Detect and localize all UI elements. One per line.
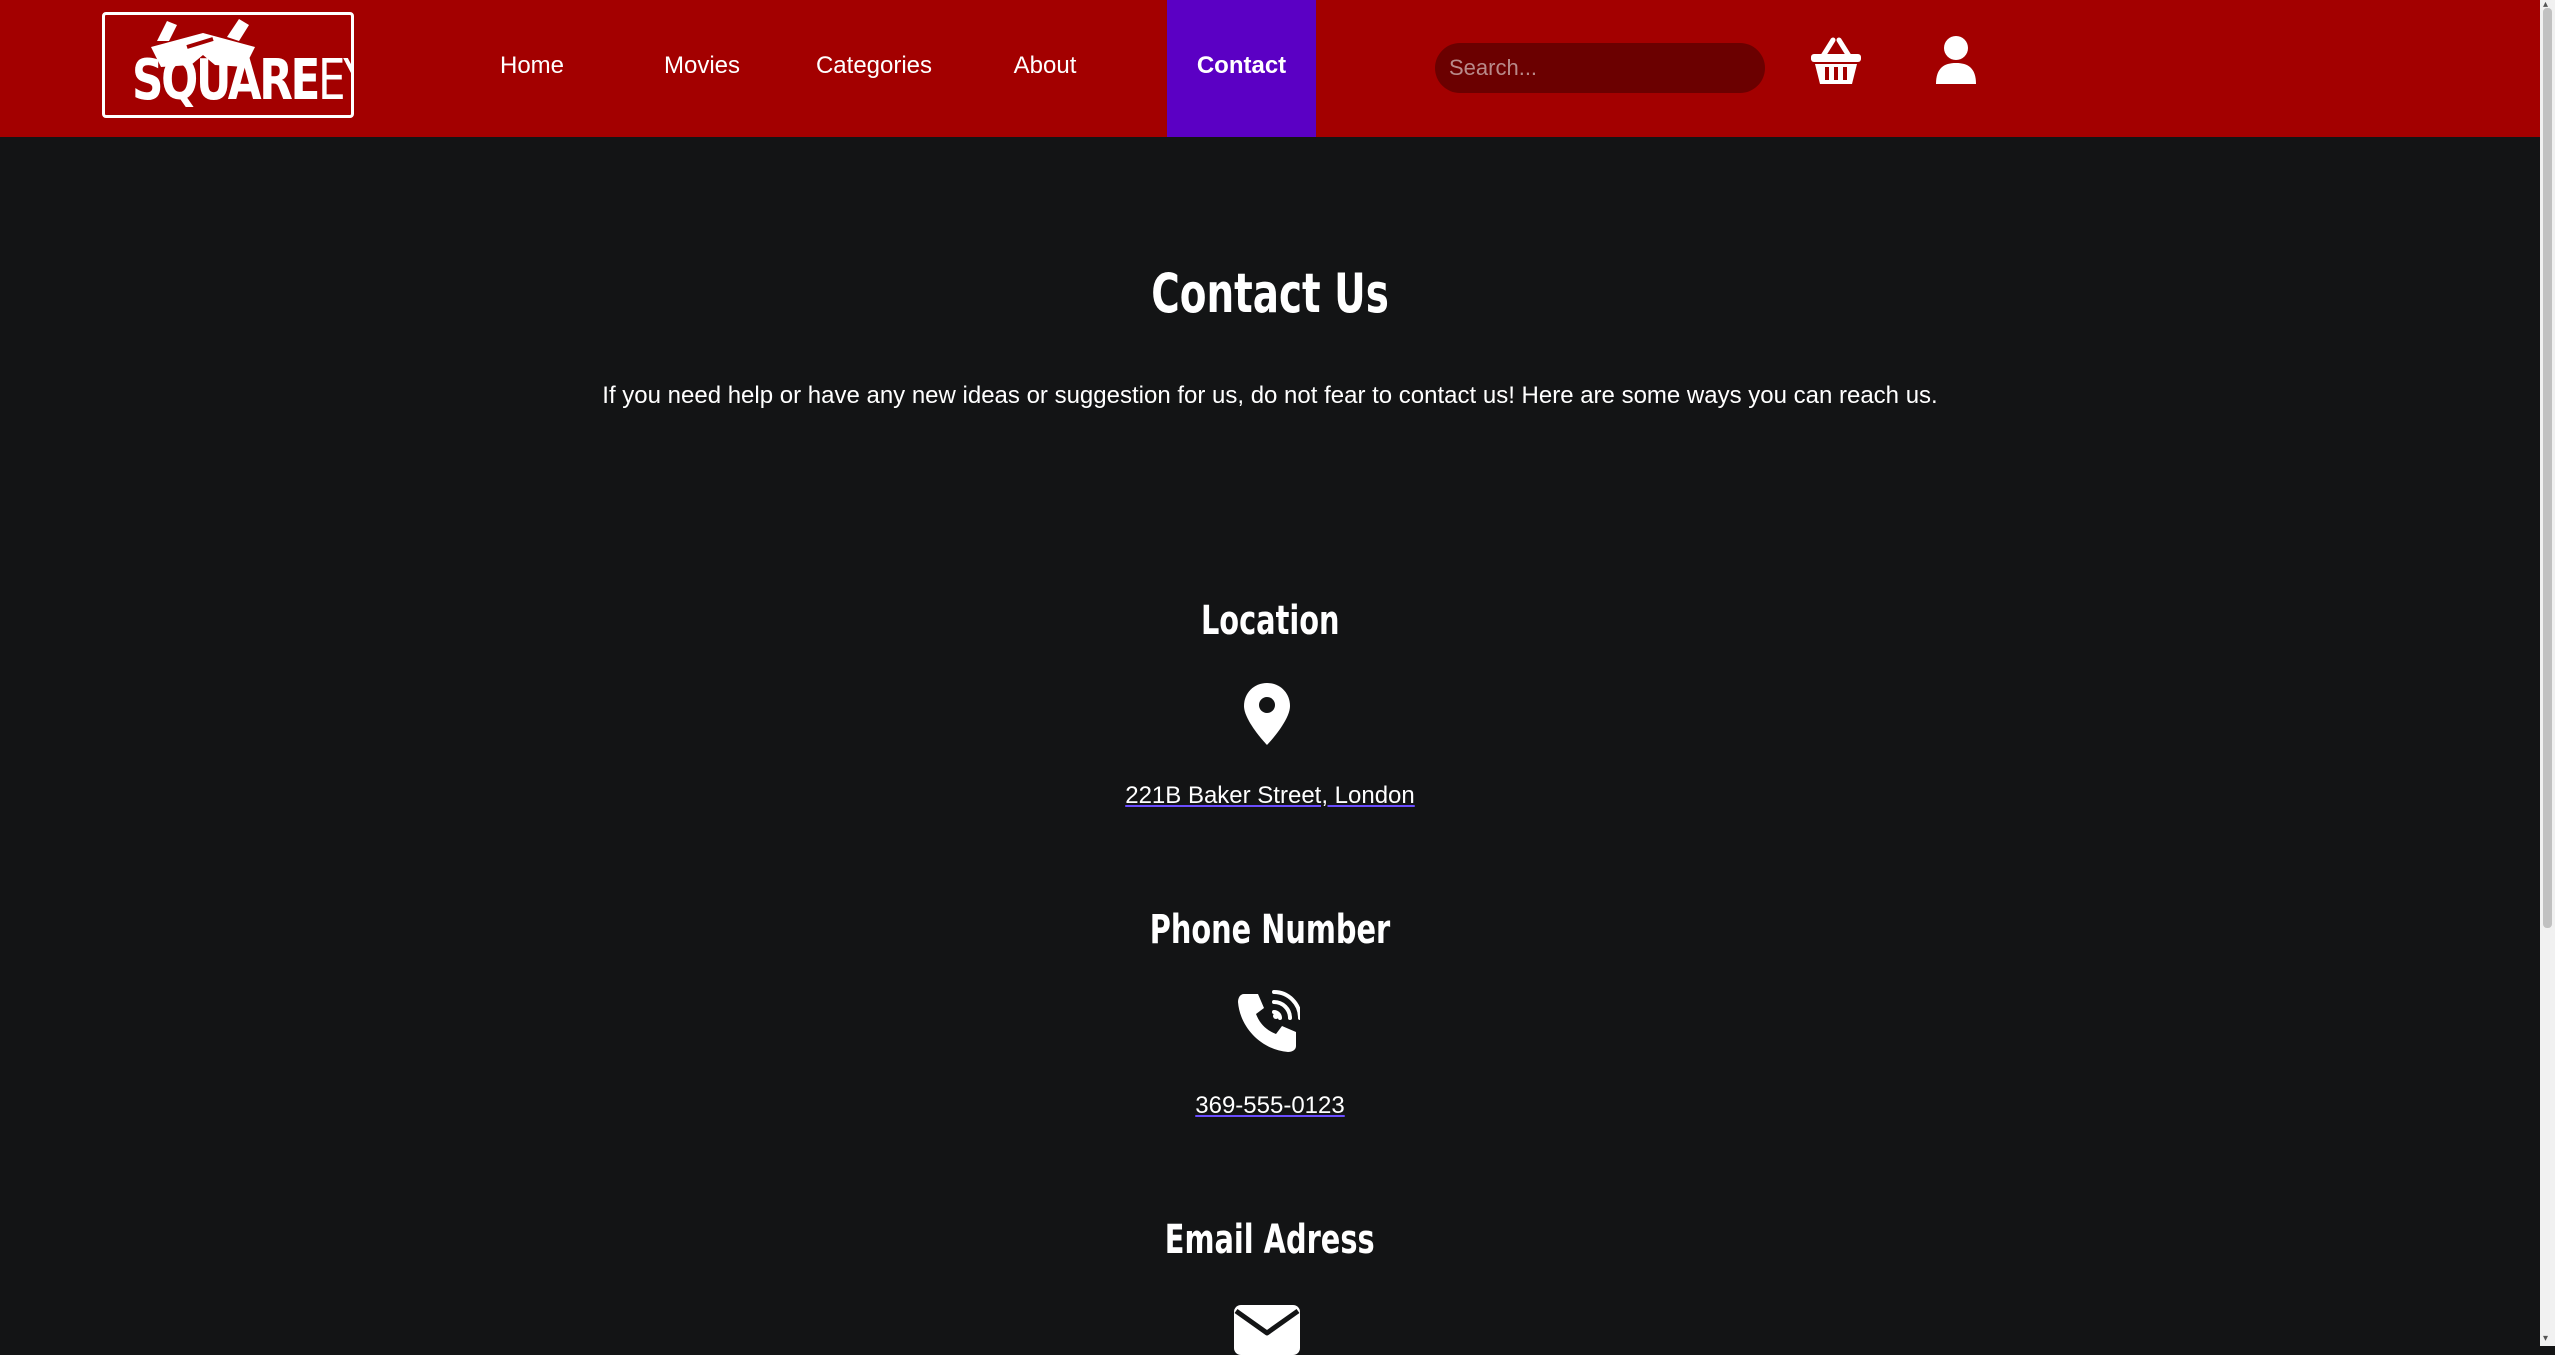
user-icon[interactable] [1934,36,1978,84]
page-title: Contact Us [1151,262,1389,325]
nav-contact[interactable]: Contact [1167,0,1316,137]
nav-about[interactable]: About [985,0,1105,137]
scroll-down-arrow-icon[interactable]: ▾ [2543,1334,2548,1344]
logo-text: SQUAREEYES [132,48,351,113]
scrollbar-thumb[interactable] [2543,8,2552,928]
contact-intro-text: If you need help or have any new ideas o… [602,382,1938,409]
phone-number-link[interactable]: 369-555-0123 [0,1092,2540,1120]
search-input[interactable] [1435,43,1765,93]
site-logo[interactable]: SQUAREEYES [102,12,354,118]
envelope-icon [1234,1305,1300,1355]
nav-categories[interactable]: Categories [799,0,949,137]
phone-heading: Phone Number [1149,907,1391,953]
phone-icon [1238,990,1300,1052]
basket-icon[interactable] [1809,36,1863,86]
location-heading: Location [1200,598,1340,644]
vertical-scrollbar[interactable]: ▴ ▾ [2540,0,2555,1346]
email-heading: Email Adress [1165,1217,1375,1263]
top-navbar: SQUAREEYES Home Movies Categories About … [0,0,2540,137]
location-address-link[interactable]: 221B Baker Street, London [0,782,2540,810]
nav-movies[interactable]: Movies [642,0,762,137]
nav-home[interactable]: Home [472,0,592,137]
map-pin-icon [1244,683,1290,745]
